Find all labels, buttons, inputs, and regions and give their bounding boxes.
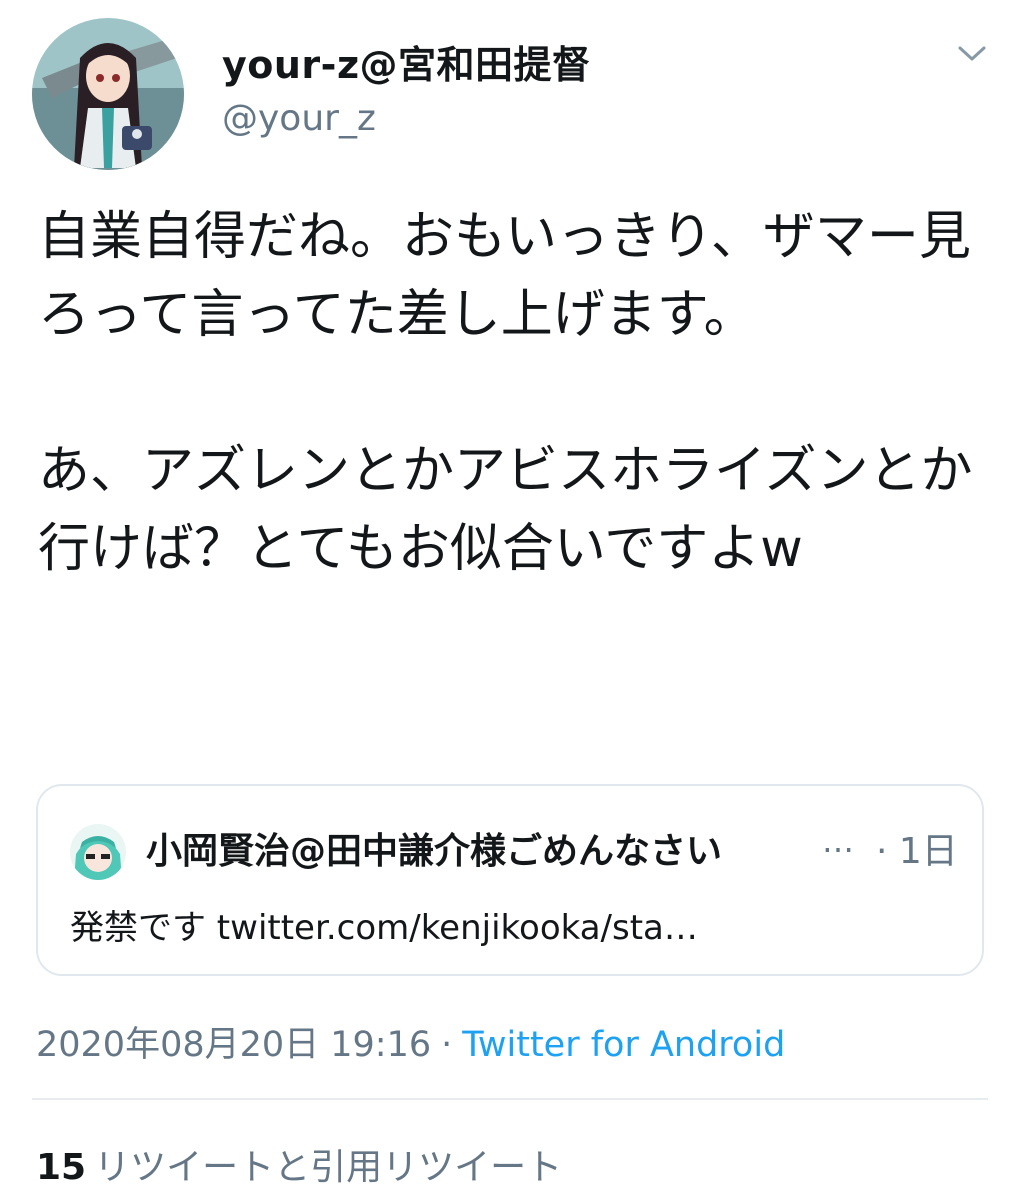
quoted-author-name: 小岡賢治@田中謙介様ごめんなさい bbox=[146, 831, 723, 872]
tweet-text: 自業自得だね。おもいっきり、ザマー見ろって言ってた差し上げます。 あ、アズレンと… bbox=[38, 207, 973, 579]
chevron-down-icon bbox=[958, 46, 986, 61]
retweet-stats-link[interactable]: 15 リツイートと引用リツイート bbox=[36, 1138, 562, 1190]
quoted-tweet-time: · 1日 bbox=[876, 831, 958, 872]
tweet-timestamp: 2020年08月20日 19:16 bbox=[36, 1025, 432, 1065]
tweet-meta: 2020年08月20日 19:16 · Twitter for Android bbox=[36, 1016, 785, 1067]
quoted-tweet-card[interactable]: 小岡賢治@田中謙介様ごめんなさい … · 1日 発禁です twitter.com… bbox=[36, 784, 984, 976]
tweet-source-link[interactable]: Twitter for Android bbox=[462, 1025, 785, 1065]
retweet-label: リツイートと引用リツイート bbox=[94, 1147, 563, 1188]
divider bbox=[32, 1098, 988, 1100]
tweet-menu-button[interactable] bbox=[952, 34, 992, 74]
author-handle[interactable]: @your_z bbox=[222, 98, 376, 139]
anime-character-avatar-icon bbox=[70, 824, 126, 880]
author-display-name[interactable]: your-z@宮和田提督 bbox=[222, 34, 591, 89]
retweet-count: 15 bbox=[36, 1147, 87, 1188]
quoted-name-ellipsis: … bbox=[822, 822, 854, 860]
anime-character-avatar-icon bbox=[32, 18, 184, 170]
quoted-author-avatar bbox=[70, 824, 126, 880]
meta-separator: · bbox=[441, 1025, 453, 1065]
quoted-tweet-text: 発禁です twitter.com/kenjikooka/sta… bbox=[70, 908, 698, 948]
tweet-header: your-z@宮和田提督 @your_z bbox=[32, 18, 992, 170]
author-avatar[interactable] bbox=[32, 18, 184, 170]
